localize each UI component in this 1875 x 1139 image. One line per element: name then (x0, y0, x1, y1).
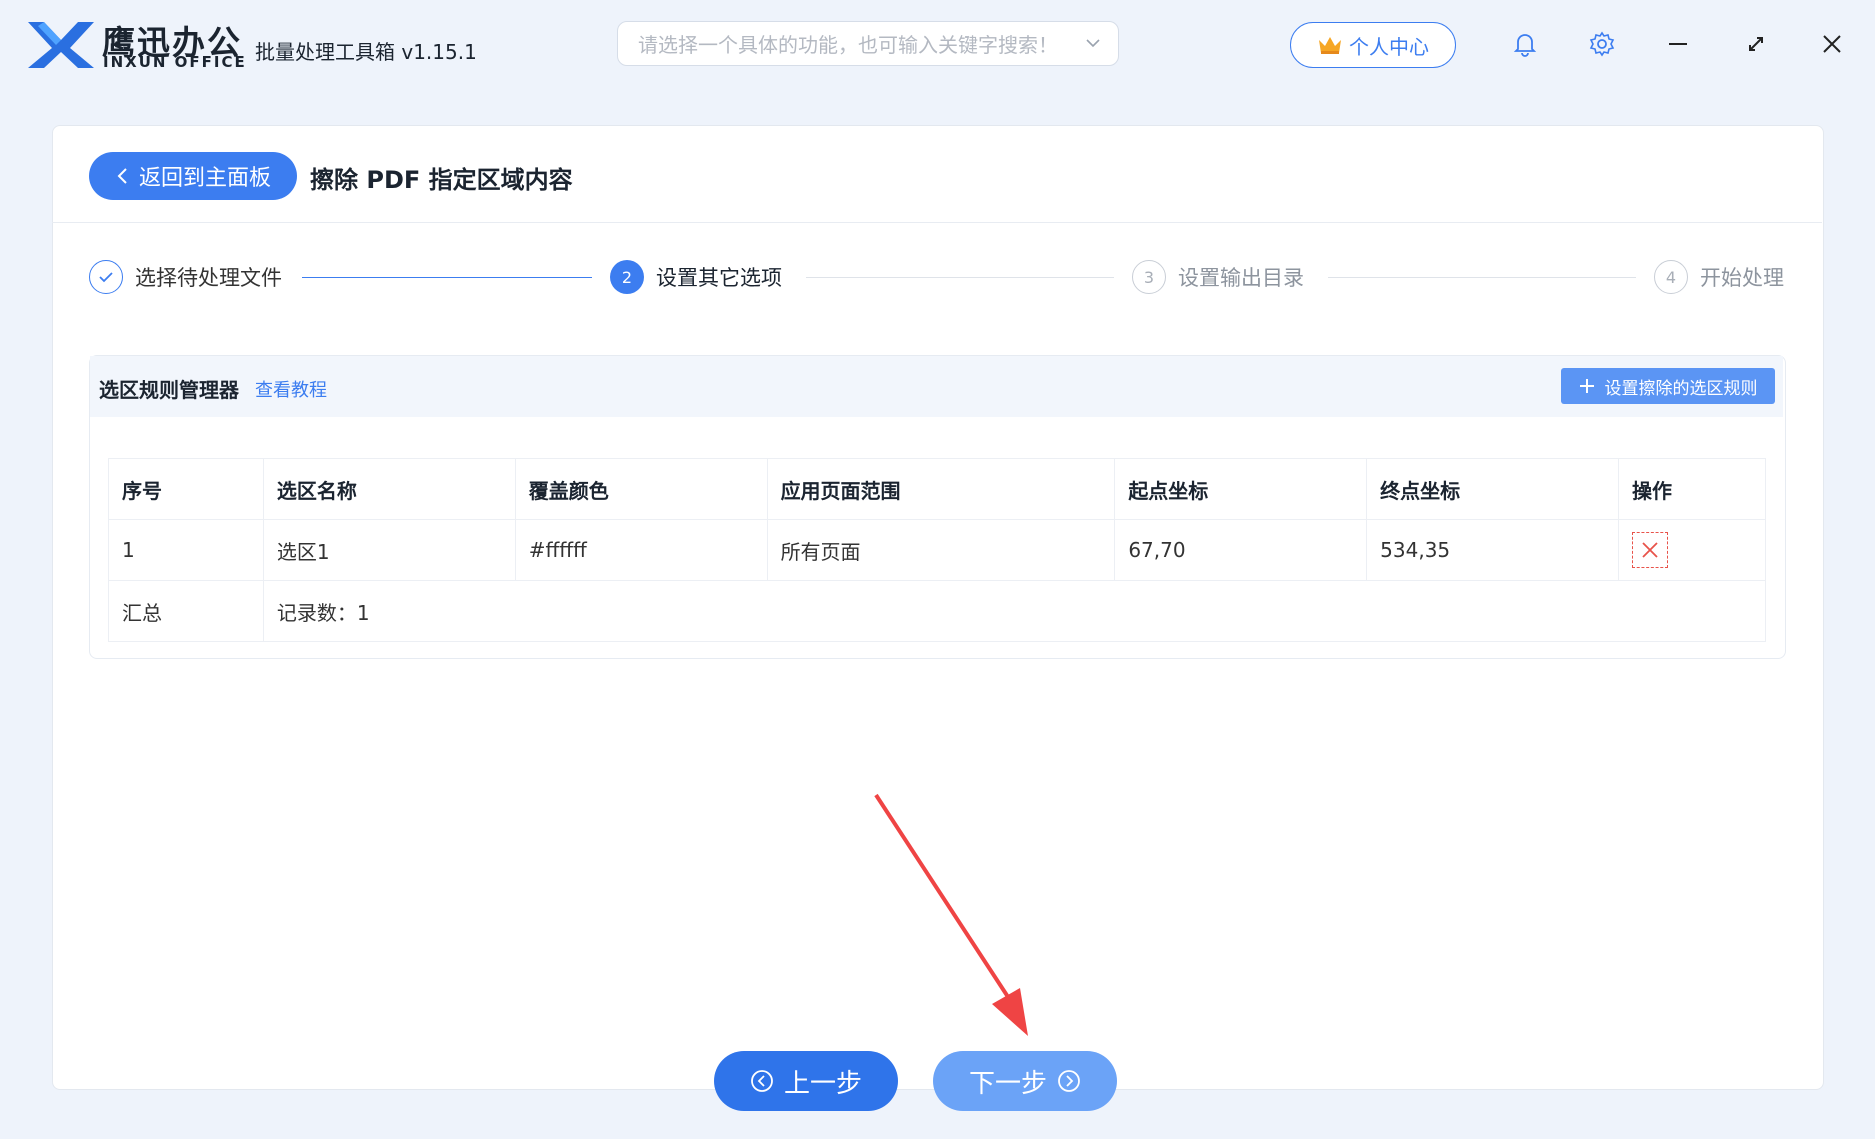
back-label: 返回到主面板 (139, 166, 272, 191)
check-circle-icon (89, 260, 123, 294)
column-header: 终点坐标 (1366, 458, 1620, 520)
step-label: 选择待处理文件 (135, 266, 282, 290)
step-connector (1328, 277, 1636, 278)
step-other-options: 2 设置其它选项 (610, 258, 782, 296)
step-connector (806, 277, 1114, 278)
app-window: 鹰迅办公 INXUN OFFICE 批量处理工具箱 v1.15.1 个人中心 (0, 0, 1875, 1139)
user-center-label: 个人中心 (1349, 34, 1429, 59)
column-header: 应用页面范围 (766, 458, 1116, 520)
table-row: 1 选区1 #ffffff 所有页面 67,70 534,35 (108, 519, 1766, 581)
rules-table: 序号 选区名称 覆盖颜色 应用页面范围 起点坐标 终点坐标 操作 1 选区1 #… (108, 458, 1767, 642)
cell-range: 所有页面 (766, 519, 1116, 581)
cell-index: 1 (108, 519, 264, 581)
close-icon[interactable] (1818, 30, 1846, 58)
column-header: 覆盖颜色 (514, 458, 768, 520)
rules-manager-header (90, 356, 1783, 417)
delete-rule-button[interactable] (1632, 532, 1669, 568)
step-label: 开始处理 (1700, 266, 1784, 290)
gear-icon[interactable] (1588, 30, 1616, 58)
minimize-icon[interactable] (1664, 30, 1692, 58)
rules-manager-title: 选区规则管理器 (99, 378, 239, 402)
summary-value: 记录数：1 (262, 580, 1767, 642)
chevron-down-icon[interactable] (1084, 34, 1102, 52)
maximize-icon[interactable] (1742, 30, 1770, 58)
app-title: 批量处理工具箱 v1.15.1 (255, 40, 477, 64)
add-rule-label: 设置擦除的选区规则 (1604, 378, 1758, 399)
column-header: 起点坐标 (1114, 458, 1368, 520)
cell-action (1618, 519, 1766, 581)
inxun-logo-icon (28, 22, 94, 68)
function-search-box[interactable] (617, 21, 1119, 66)
step-label: 设置输出目录 (1178, 266, 1304, 290)
step-number-badge: 4 (1654, 260, 1688, 294)
next-label: 下一步 (968, 1068, 1047, 1099)
bell-icon[interactable] (1511, 30, 1539, 58)
column-header: 序号 (108, 458, 264, 520)
column-header: 操作 (1618, 458, 1766, 520)
step-connector-done (302, 277, 592, 278)
chevron-right-circle-icon (1058, 1070, 1080, 1092)
summary-label: 汇总 (108, 580, 264, 642)
brand-name-en: INXUN OFFICE (103, 53, 247, 71)
prev-label: 上一步 (783, 1068, 862, 1099)
next-step-button[interactable]: 下一步 (933, 1051, 1117, 1111)
chevron-left-icon (117, 168, 127, 184)
search-input[interactable] (636, 31, 1080, 59)
summary-row: 汇总 记录数：1 (108, 580, 1767, 642)
step-select-files: 选择待处理文件 (89, 258, 282, 296)
cell-name: 选区1 (262, 519, 516, 581)
table-header-row: 序号 选区名称 覆盖颜色 应用页面范围 起点坐标 终点坐标 操作 (108, 458, 1766, 520)
cell-start: 67,70 (1114, 519, 1368, 581)
step-number-badge: 2 (610, 260, 644, 294)
column-header: 选区名称 (262, 458, 516, 520)
step-output-dir: 3 设置输出目录 (1132, 258, 1304, 296)
cell-color: #ffffff (514, 519, 768, 581)
add-region-rule-button[interactable]: 设置擦除的选区规则 (1561, 368, 1775, 404)
divider (52, 222, 1822, 223)
close-icon (1642, 542, 1658, 558)
plus-icon (1579, 379, 1594, 393)
page-title: 擦除 PDF 指定区域内容 (310, 166, 573, 194)
user-center-button[interactable]: 个人中心 (1290, 22, 1456, 68)
cell-end: 534,35 (1366, 519, 1620, 581)
chevron-left-circle-icon (751, 1070, 773, 1092)
title-bar: 鹰迅办公 INXUN OFFICE 批量处理工具箱 v1.15.1 个人中心 (0, 0, 1875, 92)
back-to-dashboard-button[interactable]: 返回到主面板 (89, 152, 297, 200)
step-start: 4 开始处理 (1654, 258, 1784, 296)
step-number-badge: 3 (1132, 260, 1166, 294)
crown-icon (1319, 37, 1341, 54)
prev-step-button[interactable]: 上一步 (714, 1051, 898, 1111)
step-label: 设置其它选项 (656, 266, 782, 290)
tutorial-link[interactable]: 查看教程 (255, 376, 327, 402)
